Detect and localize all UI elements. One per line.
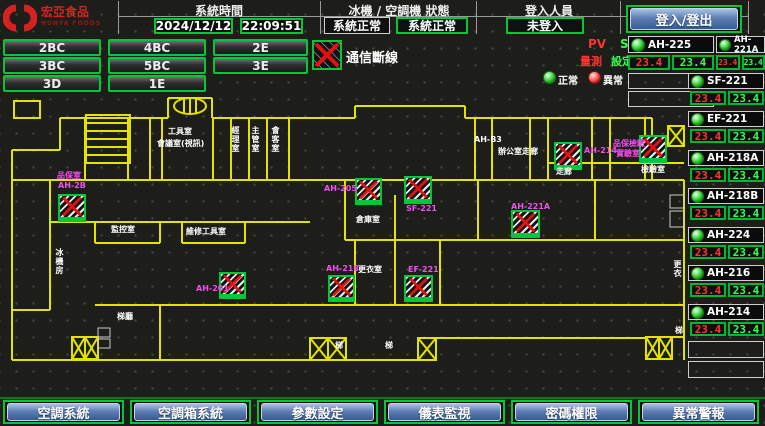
floor-button-2bc[interactable]: 2BC (3, 39, 101, 56)
logo-mark-icon (3, 4, 37, 32)
equip-tag: 品保檢驗 (613, 139, 645, 148)
equip-tag: AH-218 (326, 264, 359, 273)
system-date-value: 2024/12/12 (154, 18, 233, 34)
ahu-comm-fail-icon[interactable] (328, 275, 355, 302)
room-label: 走廊 (556, 167, 572, 176)
room-label: 更衣 (673, 260, 682, 278)
toolbar-button-alarm[interactable]: 異常警報 (642, 403, 755, 421)
room-label: 梯 (675, 326, 683, 335)
abnormal-lamp-icon (588, 71, 601, 84)
header-divider (476, 1, 477, 34)
ahu-comm-fail-icon[interactable] (554, 142, 582, 170)
measure-label: 量測 (580, 53, 602, 69)
floor-button-5bc[interactable]: 5BC (108, 57, 206, 74)
toolbar-cell: 儀表監視 (384, 400, 505, 424)
ahu-comm-fail-icon[interactable] (58, 194, 86, 222)
room-label: 檢驗室 (641, 165, 665, 174)
pv-value: 23.4 (716, 55, 740, 70)
room-label: 更衣室 (358, 265, 382, 274)
equip-tag: AH-205 (324, 184, 357, 193)
room-label: AH-B3 (474, 135, 502, 144)
toolbar-button-password[interactable]: 密碼權限 (515, 403, 628, 421)
system-time-label: 系統時間 (118, 2, 320, 19)
floor-button-2e[interactable]: 2E (213, 39, 308, 56)
floor-button-3d[interactable]: 3D (3, 75, 101, 92)
unit-name-label: AH-221A (734, 35, 764, 55)
room-label: 梯廳 (117, 312, 133, 321)
room-label: 辦公室走廊 (498, 147, 538, 156)
floor-button-3bc[interactable]: 3BC (3, 57, 101, 74)
login-logout-frame: 登入/登出 (626, 5, 742, 33)
floor-button-4bc[interactable]: 4BC (108, 39, 206, 56)
login-logout-button[interactable]: 登入/登出 (630, 8, 738, 30)
room-label: 經理室 (231, 126, 240, 153)
header-bar: 宏亞食品 HUNYA FOODS 系統時間 2024/12/12 22:09:5… (0, 0, 765, 36)
sv-value: 23.4 (742, 55, 765, 70)
room-label: 維修工具室 (186, 227, 226, 236)
logo-subtitle: HUNYA FOODS (41, 18, 101, 29)
toolbar-button-parameters[interactable]: 參數設定 (261, 403, 374, 421)
comm-fail-icon (312, 40, 342, 70)
hunya-logo: 宏亞食品 HUNYA FOODS (3, 2, 115, 33)
comm-fail-label: 通信斷線 (346, 47, 398, 66)
unit-ah-225-values: 23.4 23.4 (628, 55, 714, 70)
toolbar-cell: 參數設定 (257, 400, 378, 424)
room-label: 工具室 (168, 127, 192, 136)
ahu-comm-fail-icon[interactable] (511, 210, 540, 238)
normal-label: 正常 (558, 72, 578, 87)
equip-tag: AH-221A (511, 202, 550, 211)
equip-tag: AH-214 (584, 146, 617, 155)
equip-tag: 品保室 (57, 171, 81, 180)
toolbar-topline (0, 397, 765, 399)
room-label: 會議室(視訊) (157, 139, 204, 148)
chiller-status-value: 系統正常 (324, 17, 390, 34)
equip-tag: SF-221 (406, 204, 437, 213)
floor-button-1e[interactable]: 1E (108, 75, 206, 92)
room-label: 倉庫室 (356, 215, 380, 224)
room-label: 冰機房 (55, 248, 64, 275)
ahu-comm-fail-icon[interactable] (404, 176, 432, 204)
unit-ah-225[interactable]: AH-225 (628, 36, 714, 53)
floor-button-3e[interactable]: 3E (213, 57, 308, 74)
toolbar-button-ac-system[interactable]: 空調系統 (7, 403, 120, 421)
hmi-screen: { "header": { "logo_title": "宏亞食品", "log… (0, 0, 765, 426)
room-label: 會客室 (271, 126, 280, 153)
room-label: 梯 (335, 341, 343, 350)
toolbar-cell: 密碼權限 (511, 400, 632, 424)
abnormal-label: 異常 (603, 72, 623, 87)
pv-label: PV (588, 37, 606, 51)
unit-status-led (691, 75, 704, 88)
ahu-status-value: 系統正常 (396, 17, 468, 34)
normal-lamp-icon (543, 71, 556, 84)
room-label: 監控室 (111, 225, 135, 234)
unit-sf-221[interactable]: SF-221 (688, 73, 764, 89)
login-status-value: 未登入 (506, 17, 584, 34)
system-clock-value: 22:09:51 (240, 18, 303, 34)
unit-status-led (631, 38, 645, 52)
toolbar-button-meters[interactable]: 儀表監視 (388, 403, 501, 421)
unit-name-label: SF-221 (707, 75, 748, 87)
equip-tag: 實驗室 (616, 149, 640, 158)
header-divider (620, 1, 621, 34)
equip-tag: EF-221 (408, 265, 439, 274)
toolbar-cell: 異常警報 (638, 400, 759, 424)
equip-tag: AH-2B (58, 181, 86, 190)
header-divider (320, 1, 321, 34)
room-label: 梯 (385, 341, 393, 350)
toolbar-cell: 空調系統 (3, 400, 124, 424)
pv-value: 23.4 (628, 55, 670, 70)
header-divider (748, 1, 749, 34)
equip-tag: AH-201 (196, 284, 229, 293)
unit-name-label: AH-225 (648, 39, 691, 51)
unit-ah-221a-values: 23.4 23.4 (716, 55, 765, 70)
logo-title: 宏亞食品 (41, 7, 101, 18)
ahu-comm-fail-icon[interactable] (355, 178, 382, 205)
unit-ah-221a[interactable]: AH-221A (716, 36, 765, 53)
sv-value: 23.4 (672, 55, 714, 70)
room-label: 主管室 (251, 126, 260, 153)
toolbar-cell: 空調箱系統 (130, 400, 251, 424)
unit-status-led (719, 39, 731, 51)
ahu-comm-fail-icon[interactable] (404, 275, 433, 302)
toolbar-button-ahu-system[interactable]: 空調箱系統 (134, 403, 247, 421)
